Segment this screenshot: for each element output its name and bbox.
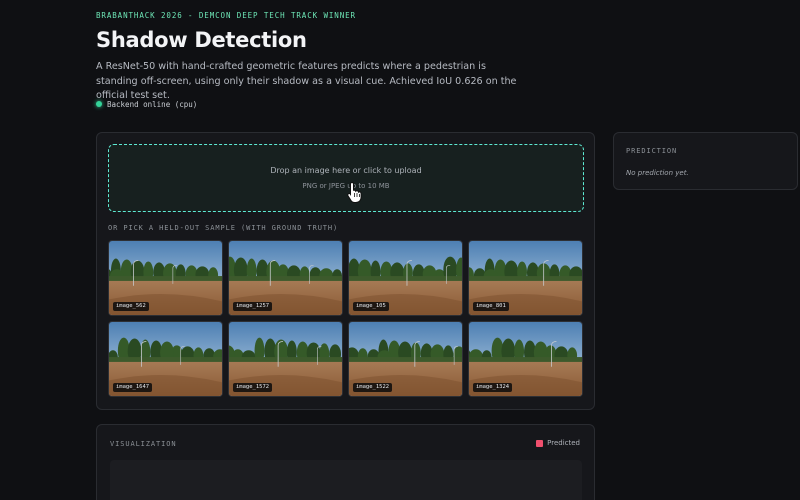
input-card: Drop an image here or click to upload PN…: [96, 132, 595, 410]
visualization-card: VISUALIZATION Predicted: [96, 424, 595, 500]
upload-subtitle: PNG or JPEG up to 10 MB: [302, 182, 390, 190]
sample-label: image_1257: [233, 302, 273, 311]
sample-label: image_1647: [113, 383, 153, 392]
sample-thumbnail[interactable]: image_801: [468, 240, 583, 316]
sample-thumbnail[interactable]: image_1522: [348, 321, 463, 397]
backend-status-text: Backend online (cpu): [107, 99, 198, 109]
hand-pointer-icon: [347, 181, 362, 203]
sample-grid: image_562 image_1257 image_105 image_801…: [108, 240, 584, 397]
upload-title: Drop an image here or click to upload: [270, 166, 422, 175]
prediction-empty-text: No prediction yet.: [626, 169, 689, 177]
award-kicker: BRABANTHACK 2026 - DEMCON DEEP TECH TRAC…: [96, 11, 356, 20]
sample-thumbnail[interactable]: image_1324: [468, 321, 583, 397]
main-column: BRABANTHACK 2026 - DEMCON DEEP TECH TRAC…: [96, 0, 800, 500]
sample-thumbnail[interactable]: image_1257: [228, 240, 343, 316]
legend-swatch: [536, 439, 544, 447]
status-dot-icon: [96, 101, 102, 107]
visualization-canvas: [110, 460, 582, 500]
sample-label: image_801: [473, 302, 509, 311]
sample-thumbnail[interactable]: image_105: [348, 240, 463, 316]
backend-status: Backend online (cpu): [96, 98, 197, 110]
samples-label: OR PICK A HELD-OUT SAMPLE (WITH GROUND T…: [108, 224, 339, 232]
prediction-card: PREDICTION No prediction yet.: [613, 132, 798, 190]
legend: Predicted: [536, 439, 580, 447]
sample-label: image_1572: [233, 383, 273, 392]
upload-dropzone[interactable]: Drop an image here or click to upload PN…: [108, 144, 584, 212]
page-title: Shadow Detection: [96, 28, 307, 52]
sample-thumbnail[interactable]: image_1647: [108, 321, 223, 397]
sample-thumbnail[interactable]: image_1572: [228, 321, 343, 397]
sample-label: image_1324: [473, 383, 513, 392]
page-description: A ResNet-50 with hand-crafted geometric …: [96, 61, 517, 101]
sample-label: image_1522: [353, 383, 393, 392]
prediction-label: PREDICTION: [626, 147, 678, 155]
legend-label: Predicted: [547, 439, 580, 447]
sample-label: image_105: [353, 302, 389, 311]
sample-thumbnail[interactable]: image_562: [108, 240, 223, 316]
visualization-label: VISUALIZATION: [110, 440, 177, 448]
sample-label: image_562: [113, 302, 149, 311]
